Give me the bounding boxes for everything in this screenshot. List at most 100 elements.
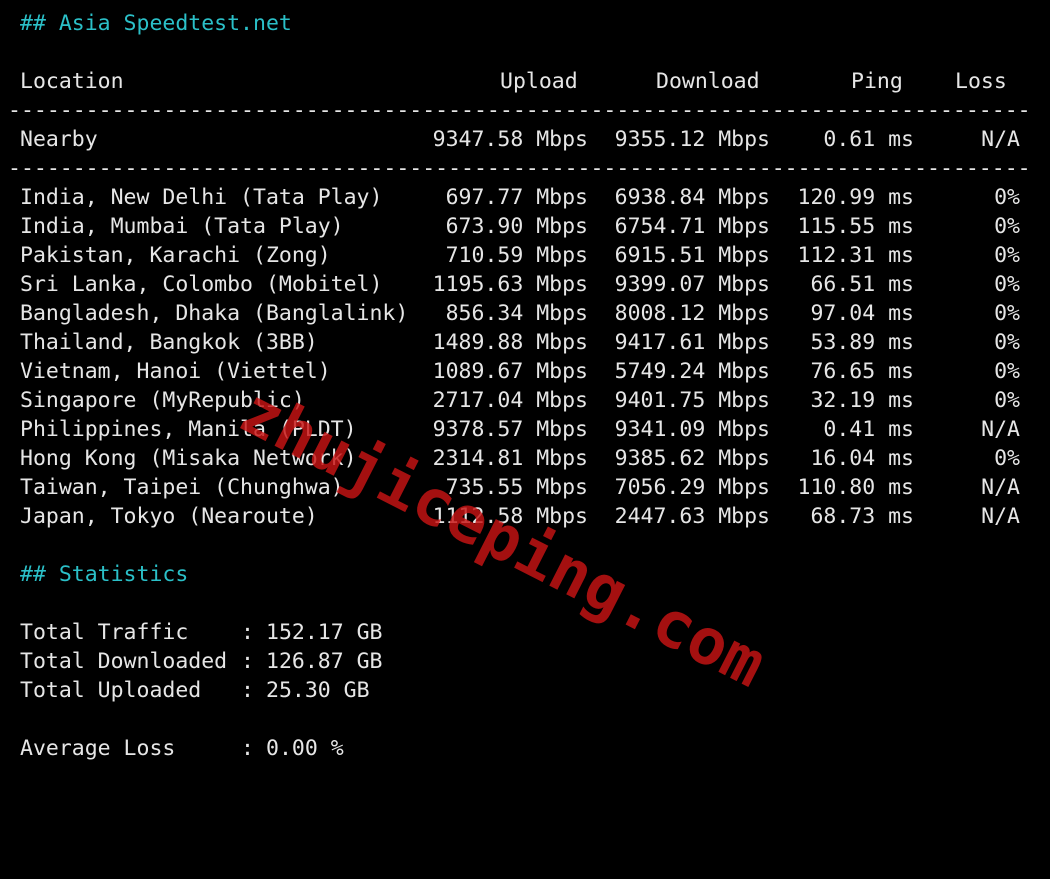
row-ping: 97.04 ms	[810, 301, 914, 326]
row-loss: N/A	[981, 127, 1020, 152]
row-loss: 0%	[994, 359, 1020, 384]
row-download: 9341.09 Mbps	[614, 417, 770, 442]
row-loss: 0%	[994, 446, 1020, 471]
row-upload: 673.90 Mbps	[445, 214, 588, 239]
row-location: Singapore (MyRepublic)	[20, 388, 305, 413]
stat-value: 25.30 GB	[266, 678, 370, 703]
row-loss: N/A	[981, 475, 1020, 500]
row-download: 6915.51 Mbps	[614, 243, 770, 268]
column-header-loss: Loss	[955, 69, 1007, 94]
row-ping: 0.41 ms	[823, 417, 914, 442]
row-upload: 9378.57 Mbps	[432, 417, 588, 442]
row-loss: 0%	[994, 301, 1020, 326]
row-upload: 1089.67 Mbps	[432, 359, 588, 384]
stat-label: Average Loss	[20, 736, 176, 761]
stat-separator: :	[241, 620, 254, 645]
row-download: 9385.62 Mbps	[614, 446, 770, 471]
row-loss: N/A	[981, 417, 1020, 442]
stat-label: Total Uploaded	[20, 678, 202, 703]
row-download: 2447.63 Mbps	[614, 504, 770, 529]
row-ping: 32.19 ms	[810, 388, 914, 413]
column-header-upload: Upload	[500, 69, 578, 94]
table-row: Sri Lanka, Colombo (Mobitel) 1195.63 Mbp…	[0, 270, 1050, 299]
stat-value: 0.00 %	[266, 736, 344, 761]
row-loss: 0%	[994, 243, 1020, 268]
table-row: Bangladesh, Dhaka (Banglalink) 856.34 Mb…	[0, 299, 1050, 328]
row-loss: 0%	[994, 388, 1020, 413]
row-download: 9401.75 Mbps	[614, 388, 770, 413]
column-header-ping: Ping	[851, 69, 903, 94]
row-loss: 0%	[994, 330, 1020, 355]
asia-heading: ## Asia Speedtest.net	[20, 11, 292, 36]
row-loss: 0%	[994, 185, 1020, 210]
row-upload: 1489.88 Mbps	[432, 330, 588, 355]
column-header-download: Download	[656, 69, 760, 94]
row-ping: 16.04 ms	[810, 446, 914, 471]
row-download: 6754.71 Mbps	[614, 214, 770, 239]
stat-value: 152.17 GB	[266, 620, 383, 645]
stat-label: Total Downloaded	[20, 649, 228, 674]
row-location: Vietnam, Hanoi (Viettel)	[20, 359, 331, 384]
table-row: India, Mumbai (Tata Play) 673.90 Mbps 67…	[0, 212, 1050, 241]
row-download: 9417.61 Mbps	[614, 330, 770, 355]
row-location: Hong Kong (Misaka Network)	[20, 446, 357, 471]
row-ping: 68.73 ms	[810, 504, 914, 529]
row-download: 5749.24 Mbps	[614, 359, 770, 384]
row-download: 9399.07 Mbps	[614, 272, 770, 297]
row-ping: 110.80 ms	[797, 475, 915, 500]
table-row: India, New Delhi (Tata Play) 697.77 Mbps…	[0, 183, 1050, 212]
row-ping: 66.51 ms	[810, 272, 914, 297]
row-upload: 697.77 Mbps	[445, 185, 588, 210]
table-row: Pakistan, Karachi (Zong) 710.59 Mbps 691…	[0, 241, 1050, 270]
row-upload: 2717.04 Mbps	[432, 388, 588, 413]
stat-separator: :	[241, 736, 254, 761]
row-ping: 53.89 ms	[810, 330, 914, 355]
row-upload: 735.55 Mbps	[445, 475, 588, 500]
divider-middle: ----------------------------------------…	[8, 156, 1034, 181]
row-upload: 856.34 Mbps	[445, 301, 588, 326]
row-location: India, New Delhi (Tata Play)	[20, 185, 383, 210]
stat-label: Total Traffic	[20, 620, 189, 645]
divider-top: ----------------------------------------…	[8, 98, 1034, 123]
table-row-nearby: Nearby 9347.58 Mbps 9355.12 Mbps 0.61 ms…	[0, 125, 1050, 154]
stat-total-downloaded: Total Downloaded : 126.87 GB	[20, 647, 383, 676]
stat-separator: :	[241, 678, 254, 703]
table-row: Vietnam, Hanoi (Viettel) 1089.67 Mbps 57…	[0, 357, 1050, 386]
row-location: Philippines, Manila (PLDT)	[20, 417, 357, 442]
row-location: Japan, Tokyo (Nearoute)	[20, 504, 318, 529]
row-download: 8008.12 Mbps	[614, 301, 770, 326]
row-upload: 9347.58 Mbps	[432, 127, 588, 152]
table-row: Hong Kong (Misaka Network) 2314.81 Mbps …	[0, 444, 1050, 473]
row-location: Pakistan, Karachi (Zong)	[20, 243, 331, 268]
row-ping: 115.55 ms	[797, 214, 915, 239]
row-ping: 120.99 ms	[797, 185, 915, 210]
table-row: Philippines, Manila (PLDT) 9378.57 Mbps …	[0, 415, 1050, 444]
row-location: Nearby	[20, 127, 98, 152]
stat-value: 126.87 GB	[266, 649, 383, 674]
row-ping: 112.31 ms	[797, 243, 915, 268]
row-location: Thailand, Bangkok (3BB)	[20, 330, 318, 355]
table-row: Japan, Tokyo (Nearoute) 1112.58 Mbps 244…	[0, 502, 1050, 531]
row-ping: 76.65 ms	[810, 359, 914, 384]
row-download: 9355.12 Mbps	[614, 127, 770, 152]
stat-total-traffic: Total Traffic : 152.17 GB	[20, 618, 383, 647]
stat-average-loss: Average Loss : 0.00 %	[20, 734, 344, 763]
row-download: 7056.29 Mbps	[614, 475, 770, 500]
stat-separator: :	[241, 649, 254, 674]
row-loss: 0%	[994, 214, 1020, 239]
row-ping: 0.61 ms	[823, 127, 914, 152]
row-location: Sri Lanka, Colombo (Mobitel)	[20, 272, 383, 297]
row-location: Bangladesh, Dhaka (Banglalink)	[20, 301, 409, 326]
column-header-location: Location	[20, 69, 124, 94]
table-row: Singapore (MyRepublic) 2717.04 Mbps 9401…	[0, 386, 1050, 415]
row-download: 6938.84 Mbps	[614, 185, 770, 210]
row-upload: 1112.58 Mbps	[432, 504, 588, 529]
row-location: Taiwan, Taipei (Chunghwa)	[20, 475, 344, 500]
terminal-output: ## Asia Speedtest.net Location Upload Do…	[0, 0, 1050, 783]
statistics-heading: ## Statistics	[20, 562, 189, 587]
row-location: India, Mumbai (Tata Play)	[20, 214, 344, 239]
row-upload: 2314.81 Mbps	[432, 446, 588, 471]
row-loss: N/A	[981, 504, 1020, 529]
row-upload: 1195.63 Mbps	[432, 272, 588, 297]
stat-total-uploaded: Total Uploaded : 25.30 GB	[20, 676, 370, 705]
